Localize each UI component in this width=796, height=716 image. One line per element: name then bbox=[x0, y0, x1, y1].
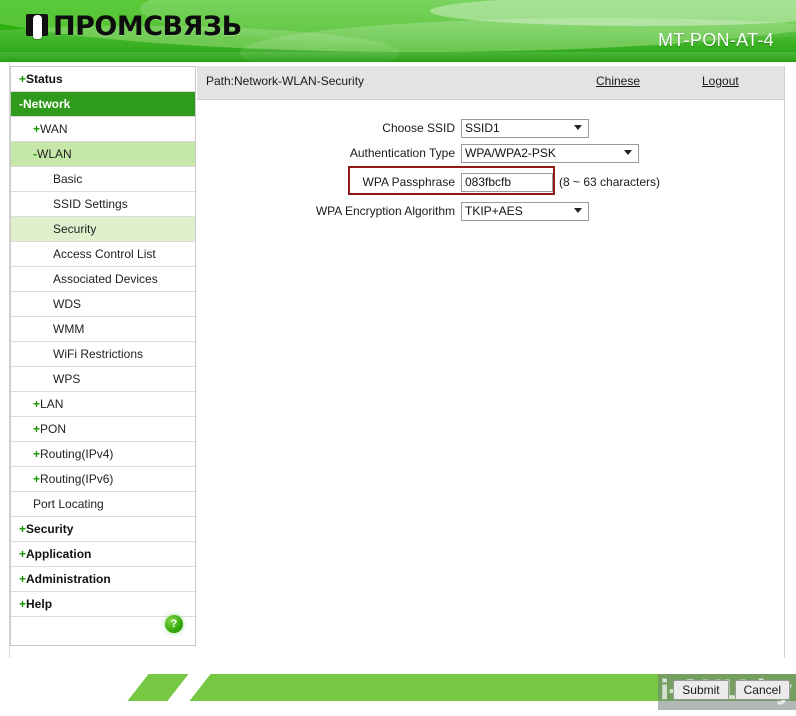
expand-plus-icon: + bbox=[19, 72, 27, 86]
expand-plus-icon: + bbox=[19, 597, 27, 611]
expand-plus-icon: + bbox=[33, 122, 41, 136]
expand-plus-icon: + bbox=[19, 547, 27, 561]
content-topbar: Path:Network-WLAN-Security Chinese Logou… bbox=[197, 66, 784, 100]
sidebar-item-network[interactable]: -Network bbox=[11, 92, 195, 117]
sidebar-item-administration[interactable]: +Administration bbox=[11, 567, 195, 592]
sidebar-item-label: Security bbox=[26, 522, 74, 536]
device-model: MT-PON-AT-4 bbox=[658, 30, 774, 50]
sidebar-item-wmm[interactable]: WMM bbox=[11, 317, 195, 342]
sidebar-item-wds[interactable]: WDS bbox=[11, 292, 195, 317]
wpa-passphrase-input[interactable] bbox=[461, 172, 553, 192]
expand-plus-icon: + bbox=[19, 522, 27, 536]
sidebar-item-status[interactable]: +Status bbox=[11, 67, 195, 92]
logout-link[interactable]: Logout bbox=[702, 74, 739, 88]
sidebar-item-label: Network bbox=[23, 97, 71, 111]
content-panel: Path:Network-WLAN-Security Chinese Logou… bbox=[197, 66, 785, 658]
auth-type-label: Authentication Type bbox=[349, 146, 455, 160]
sidebar-item-label: SSID Settings bbox=[53, 197, 128, 211]
sidebar-item-application[interactable]: +Application bbox=[11, 542, 195, 567]
sidebar-item-associated-devices[interactable]: Associated Devices bbox=[11, 267, 195, 292]
sidebar-item-label: WAN bbox=[40, 122, 68, 136]
field-row-choose-ssid: Choose SSID SSID1 bbox=[197, 117, 589, 139]
sidebar-item-basic[interactable]: Basic bbox=[11, 167, 195, 192]
sidebar-item-label: Administration bbox=[26, 572, 111, 586]
sidebar-item-lan[interactable]: +LAN bbox=[11, 392, 195, 417]
brand-name: ПРОМСВЯЗЬ bbox=[53, 11, 242, 42]
wpa-passphrase-control bbox=[461, 172, 553, 192]
auth-type-select[interactable]: WPA/WPA2-PSK bbox=[461, 143, 639, 163]
cancel-button[interactable]: Cancel bbox=[734, 680, 790, 700]
sidebar-item-help[interactable]: +Help bbox=[11, 592, 195, 617]
auth-type-control: WPA/WPA2-PSK bbox=[461, 143, 639, 163]
sidebar-item-security[interactable]: Security bbox=[11, 217, 195, 242]
sidebar-item-ssid-settings[interactable]: SSID Settings bbox=[11, 192, 195, 217]
page-header: ПРОМСВЯЗЬ MT-PON-AT-4 bbox=[0, 0, 796, 62]
wpa-passphrase-label: WPA Passphrase bbox=[362, 175, 455, 189]
sidebar-item-port-locating[interactable]: Port Locating bbox=[11, 492, 195, 517]
sidebar-item-list: +Status -Network +WAN -WLAN Basic SSID Settin… bbox=[11, 67, 195, 617]
choose-ssid-label: Choose SSID bbox=[382, 121, 455, 135]
sidebar-item-routing-ipv4[interactable]: +Routing(IPv4) bbox=[11, 442, 195, 467]
sidebar-item-label: WPS bbox=[53, 372, 81, 386]
expand-plus-icon: + bbox=[33, 447, 41, 461]
sidebar-item-label: WMM bbox=[53, 322, 85, 336]
sidebar-item-label: WiFi Restrictions bbox=[53, 347, 144, 361]
sidebar-item-label: Application bbox=[26, 547, 92, 561]
help-icon[interactable]: ? bbox=[165, 615, 183, 633]
choose-ssid-control: SSID1 bbox=[461, 118, 589, 138]
sidebar-item-wan[interactable]: +WAN bbox=[11, 117, 195, 142]
sidebar-item-label: Security bbox=[53, 222, 97, 236]
field-row-wpa-passphrase: WPA Passphrase (8 ~ 63 characters) bbox=[197, 171, 660, 193]
sidebar-item-security[interactable]: +Security bbox=[11, 517, 195, 542]
sidebar-item-label: PON bbox=[40, 422, 67, 436]
form-action-buttons: Submit Cancel bbox=[673, 680, 790, 700]
sidebar-item-label: Routing(IPv4) bbox=[40, 447, 114, 461]
sidebar-item-label: Help bbox=[26, 597, 53, 611]
sidebar-item-label: Port Locating bbox=[33, 497, 104, 511]
expand-plus-icon: + bbox=[33, 472, 41, 486]
sidebar-item-access-control-list[interactable]: Access Control List bbox=[11, 242, 195, 267]
brand-logo: ПРОМСВЯЗЬ bbox=[26, 12, 242, 42]
sidebar-item-label: Status bbox=[26, 72, 63, 86]
sidebar-item-wps[interactable]: WPS bbox=[11, 367, 195, 392]
wpa-encryption-control: TKIP+AES bbox=[461, 201, 589, 221]
sidebar-item-pon[interactable]: +PON bbox=[11, 417, 195, 442]
expand-plus-icon: + bbox=[19, 572, 27, 586]
submit-button[interactable]: Submit bbox=[673, 680, 729, 700]
sidebar-item-label: Associated Devices bbox=[53, 272, 158, 286]
field-row-wpa-encryption: WPA Encryption Algorithm TKIP+AES bbox=[197, 200, 589, 222]
field-row-auth-type: Authentication Type WPA/WPA2-PSK bbox=[197, 142, 639, 164]
sidebar-nav: +Status -Network +WAN -WLAN Basic SSID Settin… bbox=[10, 66, 196, 646]
choose-ssid-select[interactable]: SSID1 bbox=[461, 118, 589, 138]
header-shine bbox=[0, 52, 796, 62]
sidebar-item-wlan[interactable]: -WLAN bbox=[11, 142, 195, 167]
wpa-encryption-label: WPA Encryption Algorithm bbox=[315, 204, 455, 218]
sidebar-item-label: LAN bbox=[40, 397, 64, 411]
sidebar-item-label: WDS bbox=[53, 297, 81, 311]
breadcrumb: Path:Network-WLAN-Security bbox=[206, 74, 365, 88]
sidebar-item-label: WLAN bbox=[37, 147, 72, 161]
sidebar-item-label: Access Control List bbox=[53, 247, 156, 261]
sidebar-item-label: Basic bbox=[53, 172, 83, 186]
sidebar-item-routing-ipv6[interactable]: +Routing(IPv6) bbox=[11, 467, 195, 492]
usb-flash-drive-icon bbox=[26, 12, 50, 42]
expand-plus-icon: + bbox=[33, 397, 41, 411]
wpa-passphrase-hint: (8 ~ 63 characters) bbox=[559, 175, 661, 189]
sidebar-item-label: Routing(IPv6) bbox=[40, 472, 114, 486]
header-wave-5 bbox=[430, 0, 796, 26]
expand-plus-icon: + bbox=[33, 422, 41, 436]
language-switch-link[interactable]: Chinese bbox=[596, 74, 640, 88]
sidebar-item-wifi-restrictions[interactable]: WiFi Restrictions bbox=[11, 342, 195, 367]
wpa-encryption-select[interactable]: TKIP+AES bbox=[461, 201, 589, 221]
